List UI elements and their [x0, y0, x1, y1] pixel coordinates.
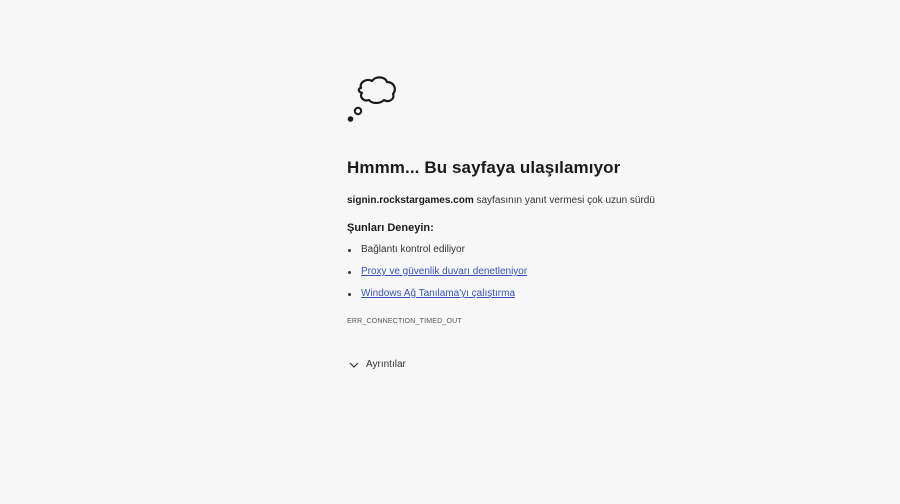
network-diagnostics-link[interactable]: Windows Ağ Tanılama'yı çalıştırma [361, 288, 515, 299]
proxy-firewall-link[interactable]: Proxy ve güvenlik duvarı denetleniyor [361, 266, 527, 277]
error-description: signin.rockstargames.com sayfasının yanı… [347, 195, 655, 206]
tips-list: Bağlantı kontrol ediliyor Proxy ve güven… [347, 244, 527, 310]
error-content: Hmmm... Bu sayfaya ulaşılamıyor signin.r… [347, 72, 827, 370]
error-code: ERR_CONNECTION_TIMED_OUT [347, 318, 462, 325]
error-heading: Hmmm... Bu sayfaya ulaşılamıyor [347, 158, 621, 177]
tip-check-proxy-firewall[interactable]: Proxy ve güvenlik duvarı denetleniyor [347, 266, 527, 288]
description-text: sayfasının yanıt vermesi çok uzun sürdü [476, 195, 655, 206]
details-label: Ayrıntılar [366, 359, 406, 370]
details-toggle[interactable]: Ayrıntılar [349, 359, 406, 370]
tip-run-diagnostics[interactable]: Windows Ağ Tanılama'yı çalıştırma [347, 288, 527, 310]
try-title: Şunları Deneyin: [347, 222, 434, 234]
thought-cloud-icon [347, 76, 396, 122]
tip-label: Bağlantı kontrol ediliyor [361, 244, 465, 255]
chevron-down-icon [349, 362, 359, 368]
tip-check-connection: Bağlantı kontrol ediliyor [347, 244, 527, 266]
host-name: signin.rockstargames.com [347, 195, 474, 206]
